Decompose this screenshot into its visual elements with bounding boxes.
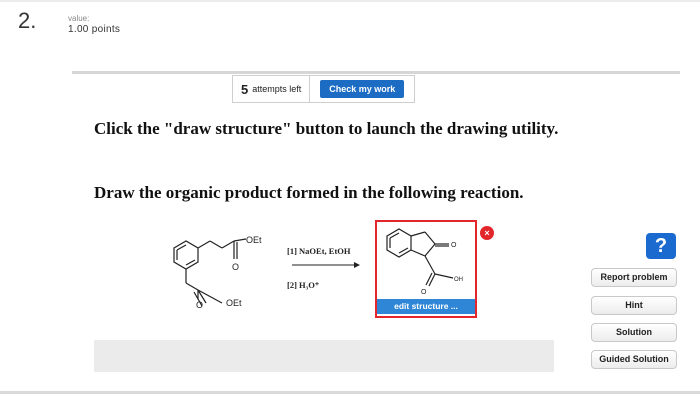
points-value: 1.00 points bbox=[68, 24, 121, 35]
label-o-ring: O bbox=[451, 242, 457, 249]
label-oh: OH bbox=[454, 277, 463, 283]
label-oet-top: OEt bbox=[246, 235, 262, 245]
label-oet-bottom: OEt bbox=[226, 298, 242, 308]
reactant-structure: OEt O O OEt bbox=[173, 235, 262, 310]
question-number: 2. bbox=[18, 8, 37, 33]
attempts-indicator: 5 attempts left bbox=[233, 76, 311, 102]
attempt-toolbar: 5 attempts left Check my work bbox=[232, 75, 416, 103]
feedback-area bbox=[94, 340, 554, 372]
solution-button[interactable]: Solution bbox=[591, 323, 677, 342]
value-label: value: bbox=[68, 14, 90, 23]
label-o-ester: O bbox=[196, 300, 203, 310]
hint-button[interactable]: Hint bbox=[591, 296, 677, 315]
product-structure: O OH O bbox=[386, 228, 463, 296]
attempts-label: attempts left bbox=[252, 84, 302, 94]
report-problem-button[interactable]: Report problem bbox=[591, 268, 677, 287]
close-icon[interactable]: × bbox=[480, 226, 494, 240]
help-icon[interactable]: ? bbox=[646, 233, 676, 259]
reagent-step-1: [1] NaOEt, EtOH bbox=[287, 246, 351, 256]
reagent-step-2: [2] H₃O⁺ bbox=[287, 280, 320, 290]
edit-structure-button[interactable]: edit structure ... bbox=[377, 299, 475, 314]
check-my-work-button[interactable]: Check my work bbox=[320, 80, 405, 98]
question-prompt: Draw the organic product formed in the f… bbox=[94, 183, 524, 202]
section-divider bbox=[72, 71, 680, 74]
instructions-text: Click the "draw structure" button to lau… bbox=[94, 119, 559, 138]
label-o-ketone: O bbox=[232, 262, 239, 272]
attempts-count: 5 bbox=[241, 81, 249, 97]
top-divider bbox=[0, 0, 700, 2]
reaction-arrow bbox=[292, 262, 360, 268]
guided-solution-button[interactable]: Guided Solution bbox=[591, 350, 677, 369]
check-wrap: Check my work bbox=[310, 76, 414, 102]
label-o-acid: O bbox=[421, 289, 427, 296]
reaction-conditions: [1] NaOEt, EtOH [2] H₃O⁺ bbox=[280, 246, 360, 291]
